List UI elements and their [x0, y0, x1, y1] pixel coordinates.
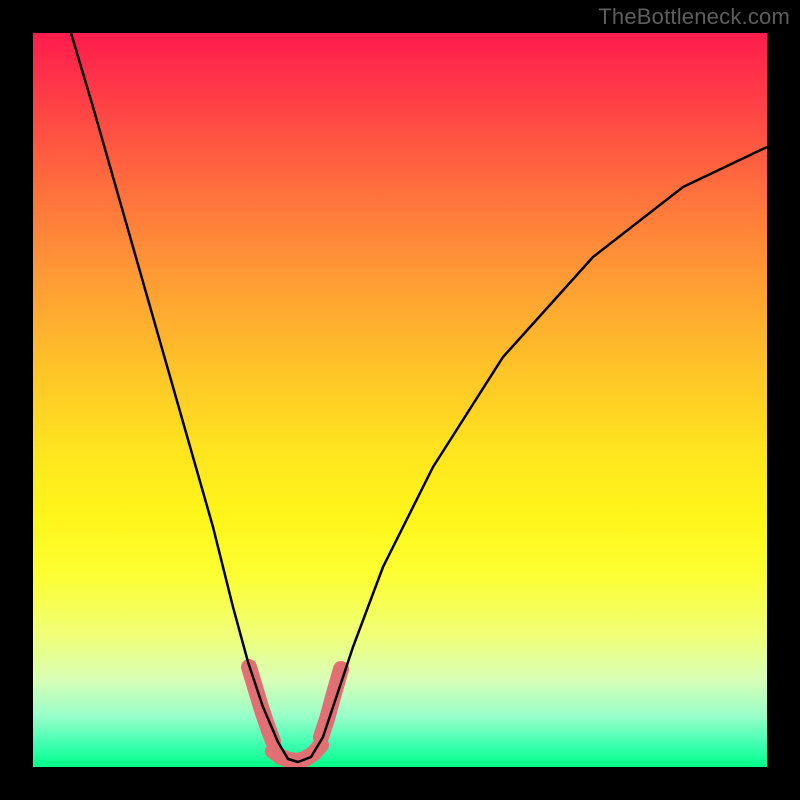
attribution-label: TheBottleneck.com	[598, 4, 790, 30]
outer-frame: TheBottleneck.com	[0, 0, 800, 800]
series-bottleneck-curve	[71, 33, 767, 762]
series-highlight-right	[321, 669, 341, 737]
plot-area	[33, 33, 767, 767]
curve-svg	[33, 33, 767, 767]
